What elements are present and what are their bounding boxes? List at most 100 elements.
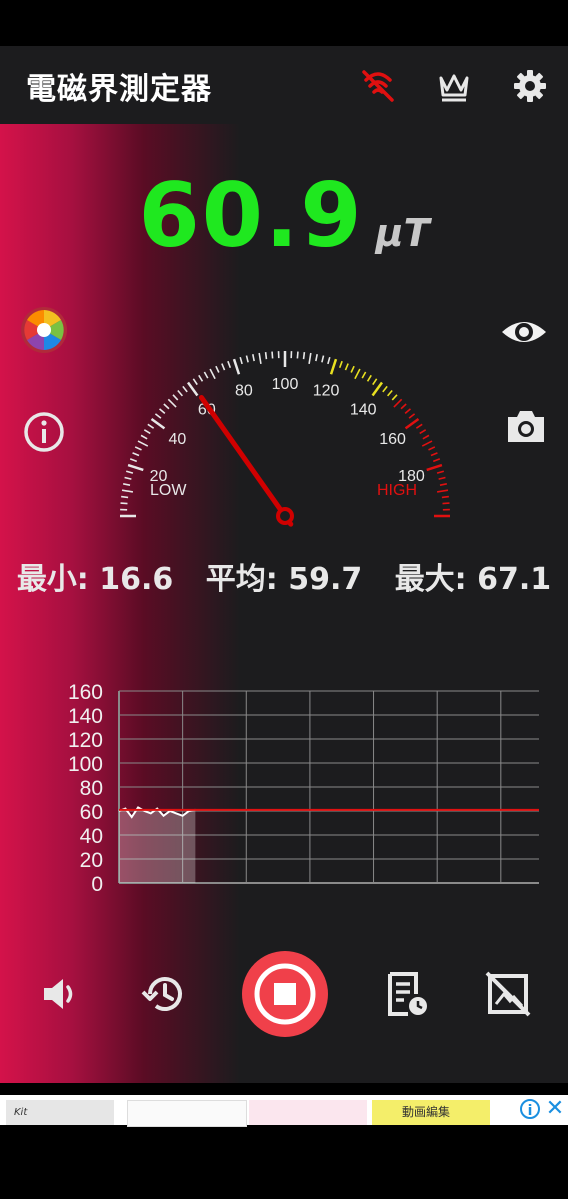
gauge-tick (344, 363, 349, 371)
gauge-tick (393, 398, 403, 408)
gauge-high-label: HIGH (377, 482, 417, 499)
gauge-tick (329, 358, 338, 375)
gauge-tick (387, 390, 393, 397)
gauge-tick (354, 368, 361, 380)
gauge-tick (428, 446, 436, 451)
gauge-tick (264, 352, 268, 360)
gauge-tick (129, 458, 138, 463)
crown-icon[interactable] (434, 66, 474, 106)
app-title: 電磁界測定器 (26, 72, 212, 107)
gauge-tick (432, 458, 441, 463)
gauge-tick (372, 378, 378, 386)
ad-info-icon[interactable]: i (520, 1099, 540, 1119)
max-value: 67.1 (477, 562, 552, 597)
gauge-tick (140, 434, 148, 440)
chart-y-tick: 100 (68, 753, 103, 776)
eye-icon[interactable] (500, 308, 548, 356)
gauge-tick (436, 470, 445, 474)
gauge-tick (154, 413, 162, 419)
gauge-tick (239, 356, 243, 365)
gauge-tick (203, 371, 209, 379)
stop-button[interactable] (242, 951, 328, 1037)
gauge-tick-label: 40 (169, 431, 187, 448)
gauge-tick (321, 355, 325, 363)
camera-icon[interactable] (504, 404, 552, 452)
gauge-tick (327, 356, 331, 365)
gauge-tick (408, 413, 416, 419)
info-icon[interactable] (20, 408, 68, 456)
gauge-tick (438, 476, 446, 480)
chart-y-tick: 140 (68, 705, 103, 728)
gauge-tick (143, 429, 151, 435)
gauge-low-label: LOW (150, 482, 187, 499)
no-signal-icon[interactable] (358, 66, 398, 106)
gauge-tick (441, 495, 449, 499)
gauge-needle (198, 394, 294, 527)
ad-logo: Kit (14, 1107, 28, 1118)
gauge-tick (315, 354, 318, 362)
history-icon[interactable] (138, 968, 190, 1020)
gauge-tick (252, 354, 255, 362)
gauge-tick (147, 423, 155, 429)
gauge-tick (127, 463, 144, 472)
gauge-tick (419, 429, 427, 435)
gauge-tick (120, 502, 128, 505)
ad-close-icon[interactable]: ✕ (545, 1096, 565, 1122)
gauge-tick (198, 374, 204, 382)
gauge-tick (302, 352, 306, 360)
gauge-tick-label: 160 (379, 431, 406, 448)
gauge-tick (182, 385, 188, 393)
speaker-icon[interactable] (36, 968, 88, 1020)
gauge-tick (124, 476, 132, 480)
chart-y-tick: 20 (80, 849, 103, 872)
ad-tile-4[interactable]: 動画編集 (372, 1100, 490, 1125)
ad-tile-2[interactable] (127, 1100, 247, 1127)
gauge-tick (172, 394, 179, 401)
app-screen: 電磁界測定器 60.9 μT 20 40 60 80 100 120 140 1… (0, 46, 568, 1083)
gauge-tick (215, 365, 220, 373)
gauge-tick (159, 408, 166, 414)
gauge-tick (415, 423, 423, 429)
ad-tile-1[interactable]: Kit (6, 1100, 114, 1125)
gauge-tick (134, 446, 142, 451)
gauge-tick (371, 381, 383, 397)
gauge-tick (221, 363, 226, 371)
gauge-tick (177, 390, 183, 397)
color-wheel-icon[interactable] (20, 306, 68, 354)
chart-y-tick: 120 (68, 729, 103, 752)
gauge-tick-label: 140 (350, 401, 377, 418)
no-image-icon[interactable] (482, 968, 534, 1020)
gauge-tick (227, 360, 232, 369)
report-icon[interactable] (380, 968, 432, 1020)
gauge-tick (150, 418, 166, 430)
accent-gradient (0, 124, 240, 1083)
ad-banner[interactable]: Kit 動画編集 i ✕ (0, 1095, 568, 1127)
gauge-tick (209, 368, 216, 380)
gauge-tick (123, 483, 131, 486)
gauge-tick (137, 440, 149, 447)
chart-area (119, 807, 196, 883)
gauge-tick (258, 352, 262, 365)
reading-value: 60.9 (138, 164, 364, 267)
gauge-tick (361, 371, 367, 379)
gauge-tick (125, 470, 134, 474)
gauge-tick (382, 385, 388, 393)
gauge-tick (187, 381, 199, 397)
gauge-tick (167, 398, 177, 408)
history-chart: 1601401201008060402000102030405060 (68, 681, 539, 896)
gauge-dial: 20406080 100 120140160180 LOW HIGH (120, 351, 450, 527)
chart-y-tick: 0 (91, 873, 103, 896)
gauge-tick (391, 394, 398, 401)
gauge-tick (296, 351, 299, 359)
current-reading: 60.9 μT (0, 164, 568, 267)
ad-tile-3[interactable] (249, 1100, 367, 1125)
gauge-tick (245, 355, 249, 363)
gauge-tick (421, 440, 433, 447)
ad-tile-text: 動画編集 (402, 1105, 451, 1119)
gear-icon[interactable] (510, 66, 550, 106)
gauge-hub (276, 507, 294, 525)
gauge-tick (192, 378, 198, 386)
gauge-tick (132, 452, 140, 457)
min-value: 16.6 (99, 562, 174, 597)
avg-value: 59.7 (288, 562, 363, 597)
